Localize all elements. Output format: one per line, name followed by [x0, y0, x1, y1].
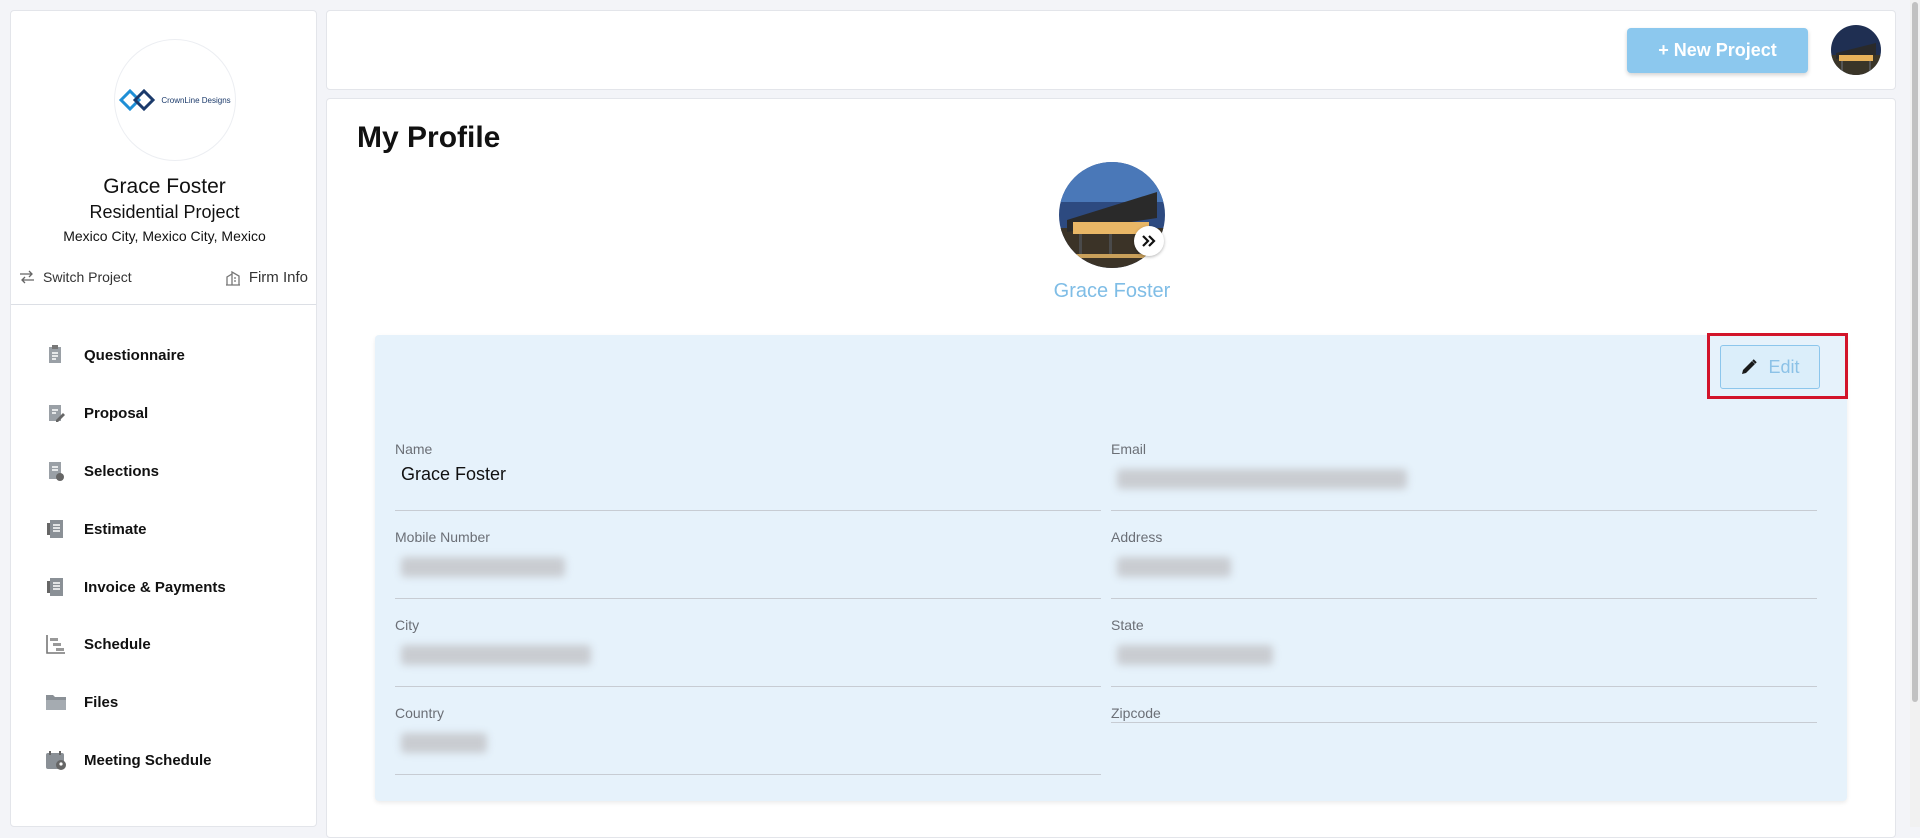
pencil-icon — [1742, 359, 1758, 374]
sidebar-item-selections[interactable]: Selections — [11, 447, 316, 495]
sidebar-item-label: Proposal — [84, 404, 149, 422]
sidebar-user-name: Grace Foster — [103, 175, 226, 198]
user-avatar[interactable] — [1831, 25, 1881, 75]
folder-icon — [45, 691, 67, 713]
logo-mark-icon — [119, 88, 156, 112]
page-scrollbar[interactable] — [1910, 0, 1920, 827]
address-label: Address — [1111, 529, 1163, 545]
sidebar-item-label: Estimate — [84, 520, 147, 538]
mobile-label: Mobile Number — [395, 529, 490, 545]
sidebar-item-invoice-payments[interactable]: Invoice & Payments — [11, 563, 316, 611]
sidebar: CrownLine Designs Grace Foster Residenti… — [10, 10, 317, 827]
city-value-redacted — [401, 645, 591, 665]
change-photo-button[interactable] — [1134, 226, 1164, 256]
city-label: City — [395, 617, 420, 633]
edit-label: Edit — [1768, 356, 1800, 377]
address-value-redacted — [1117, 557, 1231, 577]
firm-logo: CrownLine Designs — [114, 39, 236, 161]
email-field[interactable]: Email — [1111, 441, 1817, 511]
page-title: My Profile — [357, 121, 501, 154]
double-chevron-right-icon — [1142, 235, 1156, 247]
profile-details-card: Name Grace Foster Email Mobile Number Ad… — [375, 335, 1847, 801]
scrollbar-thumb[interactable] — [1912, 2, 1918, 702]
building-icon — [225, 270, 240, 286]
sidebar-item-schedule[interactable]: Schedule — [11, 620, 316, 668]
firm-info-label: Firm Info — [248, 269, 308, 286]
switch-project-label: Switch Project — [43, 269, 132, 285]
zipcode-label: Zipcode — [1111, 705, 1161, 721]
state-value-redacted — [1117, 645, 1273, 665]
invoice-icon — [45, 576, 67, 598]
schedule-icon — [45, 633, 67, 655]
zipcode-field[interactable]: Zipcode — [1111, 705, 1817, 723]
country-field[interactable]: Country — [395, 705, 1101, 775]
sidebar-item-label: Invoice & Payments — [84, 578, 226, 596]
sidebar-item-questionnaire[interactable]: Questionnaire — [11, 331, 316, 379]
estimate-icon — [45, 518, 67, 540]
selections-icon — [45, 460, 67, 482]
sidebar-divider — [11, 304, 316, 305]
name-field[interactable]: Name Grace Foster — [395, 441, 1101, 511]
firm-info-button[interactable]: Firm Info — [225, 269, 308, 286]
sidebar-item-files[interactable]: Files — [11, 678, 316, 726]
name-value: Grace Foster — [401, 464, 507, 484]
email-label: Email — [1111, 441, 1147, 457]
sidebar-item-estimate[interactable]: Estimate — [11, 505, 316, 553]
sidebar-project-location: Mexico City, Mexico City, Mexico — [63, 228, 266, 244]
sidebar-item-label: Selections — [84, 462, 160, 480]
sidebar-item-label: Meeting Schedule — [84, 751, 212, 769]
sidebar-item-meeting-schedule[interactable]: Meeting Schedule — [11, 736, 316, 784]
mobile-field[interactable]: Mobile Number — [395, 529, 1101, 599]
sidebar-project-name: Residential Project — [89, 202, 240, 222]
calendar-icon — [45, 749, 67, 771]
state-field[interactable]: State — [1111, 617, 1817, 687]
switch-project-button[interactable]: Switch Project — [19, 269, 132, 285]
proposal-icon — [45, 402, 67, 424]
profile-name: Grace Foster — [1053, 280, 1171, 302]
questionnaire-icon — [45, 344, 67, 366]
profile-panel: My Profile Grace Foster Name Grace Foste… — [326, 98, 1896, 838]
state-label: State — [1111, 617, 1144, 633]
country-label: Country — [395, 705, 445, 721]
mobile-value-redacted — [401, 557, 565, 577]
top-bar: + New Project — [326, 10, 1896, 90]
sidebar-item-label: Questionnaire — [84, 346, 185, 364]
logo-text: CrownLine Designs — [161, 95, 231, 105]
name-label: Name — [395, 441, 433, 457]
sidebar-item-label: Schedule — [84, 635, 151, 653]
sidebar-item-proposal[interactable]: Proposal — [11, 389, 316, 437]
email-value-redacted — [1117, 469, 1407, 489]
country-value-redacted — [401, 733, 487, 753]
edit-profile-button[interactable]: Edit — [1720, 345, 1820, 389]
switch-arrows-icon — [20, 270, 34, 284]
city-field[interactable]: City — [395, 617, 1101, 687]
sidebar-item-label: Files — [84, 693, 119, 711]
avatar-photo-icon — [1831, 25, 1881, 75]
address-field[interactable]: Address — [1111, 529, 1817, 599]
new-project-button[interactable]: + New Project — [1627, 28, 1808, 73]
